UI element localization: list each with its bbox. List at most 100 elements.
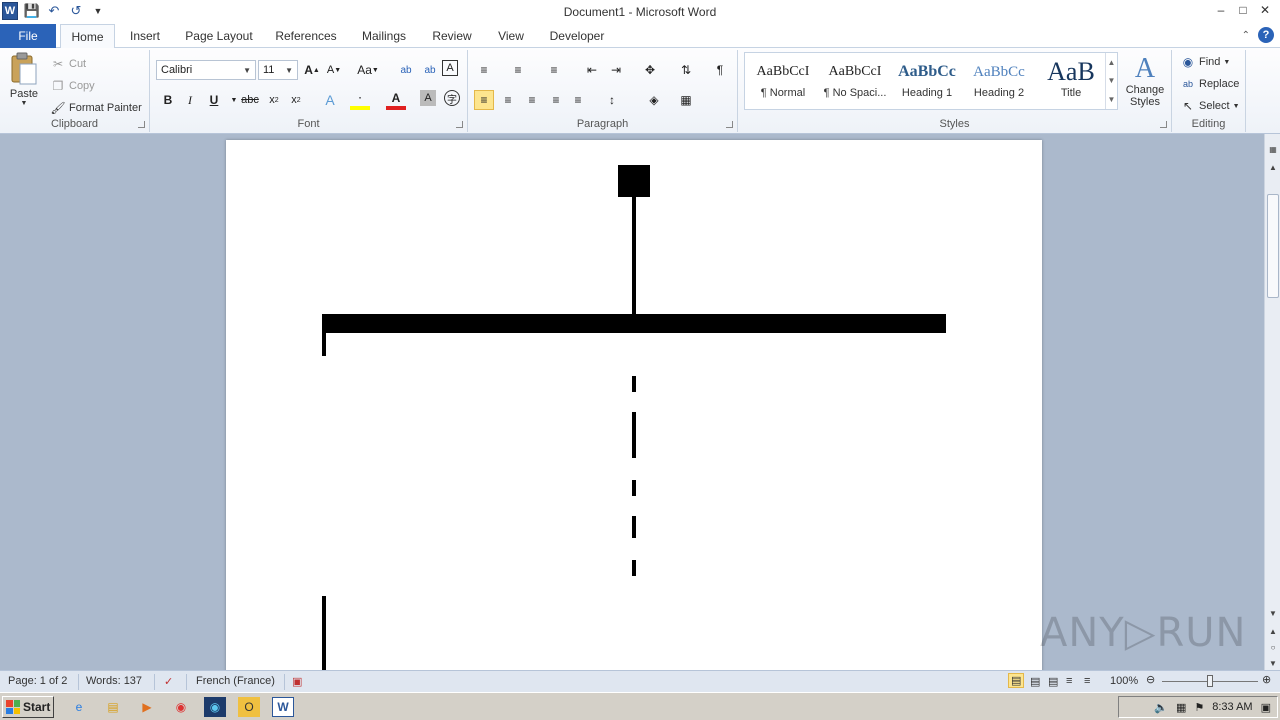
action-center-icon[interactable]: ⚑ xyxy=(1194,701,1204,714)
sort-icon[interactable]: ⇅ xyxy=(676,60,696,80)
select-button[interactable]: ↖ Select ▼ xyxy=(1180,98,1240,114)
enclose-characters-icon[interactable]: 字 xyxy=(444,90,460,106)
shading-icon[interactable]: ◈ xyxy=(644,90,664,110)
file-explorer-icon[interactable]: ▤ xyxy=(102,697,124,717)
macro-record-icon[interactable]: ▣ xyxy=(292,675,302,688)
maximize-button[interactable]: □ xyxy=(1232,0,1254,20)
dash-segment[interactable] xyxy=(632,480,636,496)
dash-segment[interactable] xyxy=(632,412,636,458)
vertical-connector-line[interactable] xyxy=(632,196,636,316)
style-no-spacing[interactable]: AaBbCcI ¶ No Spaci... xyxy=(819,57,891,107)
increase-indent-icon[interactable]: ⇥ xyxy=(606,60,626,80)
norton-icon[interactable]: O xyxy=(238,697,260,717)
media-player-icon[interactable]: ▶ xyxy=(136,697,158,717)
justify-icon[interactable]: ≡ xyxy=(546,90,566,110)
paste-button[interactable]: Paste ▼ xyxy=(6,52,42,107)
outline-view-icon[interactable]: ≡ xyxy=(1066,675,1072,687)
underline-icon[interactable]: U xyxy=(204,90,224,110)
find-button[interactable]: ◉ Find ▼ xyxy=(1180,54,1231,70)
language-indicator[interactable]: French (France) xyxy=(196,675,275,687)
clipboard-dialog-launcher-icon[interactable] xyxy=(138,121,145,128)
start-button[interactable]: Start xyxy=(2,696,54,718)
page-count[interactable]: Page: 1 of 2 xyxy=(8,675,67,687)
internet-explorer-icon[interactable]: e xyxy=(68,697,90,717)
scroll-down-icon[interactable]: ▼ xyxy=(1265,606,1280,620)
grow-font-icon[interactable]: A ▲ xyxy=(302,60,322,80)
left-stub-line[interactable] xyxy=(322,332,326,356)
style-normal[interactable]: AaBbCcI ¶ Normal xyxy=(747,57,819,107)
numbering-icon[interactable]: ≡ xyxy=(508,60,528,80)
tab-references[interactable]: References xyxy=(270,24,342,48)
subscript-icon[interactable]: x2 xyxy=(264,90,284,110)
format-painter-button[interactable]: 🖌 Format Painter xyxy=(50,100,141,116)
align-left-icon[interactable]: ≡ xyxy=(474,90,494,110)
document-page[interactable] xyxy=(226,140,1042,670)
dash-segment[interactable] xyxy=(632,560,636,576)
full-screen-reading-icon[interactable]: ▤ xyxy=(1030,675,1040,688)
cut-button[interactable]: ✂ Cut xyxy=(50,56,86,72)
font-size-combo[interactable]: 11 ▼ xyxy=(258,60,298,80)
strikethrough-icon[interactable]: abc xyxy=(240,90,260,110)
bullets-icon[interactable]: ≡ xyxy=(474,60,494,80)
tab-view[interactable]: View xyxy=(490,24,532,48)
chevron-down-icon[interactable]: ▼ xyxy=(1108,76,1116,85)
show-formatting-marks-icon[interactable]: ¶ xyxy=(710,60,730,80)
align-center-icon[interactable]: ≡ xyxy=(498,90,518,110)
minimize-button[interactable]: – xyxy=(1210,0,1232,20)
word-taskbar-icon[interactable]: W xyxy=(272,697,294,717)
gallery-more-icon[interactable]: ▼ xyxy=(1108,95,1116,104)
dash-segment[interactable] xyxy=(632,376,636,392)
clock[interactable]: 8:33 AM xyxy=(1212,701,1252,713)
text-effects-icon[interactable]: A xyxy=(320,90,340,110)
square-shape[interactable] xyxy=(618,165,650,197)
network-icon[interactable]: ▦ xyxy=(1176,701,1186,714)
help-icon[interactable]: ? xyxy=(1258,27,1274,43)
font-color-icon[interactable]: A xyxy=(386,90,406,110)
left-vertical-line[interactable] xyxy=(322,596,326,670)
browse-object-icon[interactable]: ○ xyxy=(1265,640,1280,654)
tab-home[interactable]: Home xyxy=(60,24,115,49)
superscript-icon[interactable]: x2 xyxy=(286,90,306,110)
line-spacing-icon[interactable]: ↕ xyxy=(602,90,622,110)
next-page-icon[interactable]: ▼ xyxy=(1265,656,1280,670)
style-heading-1[interactable]: AaBbCc Heading 1 xyxy=(891,57,963,107)
highlight-icon[interactable]: ⋅ xyxy=(350,90,370,110)
draft-view-icon[interactable]: ≡ xyxy=(1084,675,1090,687)
zoom-slider-thumb[interactable] xyxy=(1207,675,1213,687)
chevron-up-icon[interactable]: ▲ xyxy=(1108,58,1116,67)
font-dialog-launcher-icon[interactable] xyxy=(456,121,463,128)
shrink-font-icon[interactable]: A ▼ xyxy=(324,60,344,80)
paste-dropdown-icon[interactable]: ▼ xyxy=(21,100,28,107)
horizontal-bar-shape[interactable] xyxy=(322,314,946,333)
zoom-in-icon[interactable]: ⊕ xyxy=(1262,673,1271,686)
show-desktop-icon[interactable]: ▣ xyxy=(1261,701,1271,714)
asian-layout-icon[interactable]: ✥ xyxy=(640,60,660,80)
close-button[interactable]: ✕ xyxy=(1254,0,1276,20)
tab-developer[interactable]: Developer xyxy=(544,24,610,48)
clear-formatting-icon[interactable]: ab xyxy=(396,60,416,80)
web-layout-icon[interactable]: ▤ xyxy=(1048,675,1058,688)
zoom-out-icon[interactable]: ⊖ xyxy=(1146,673,1155,686)
bold-icon[interactable]: B xyxy=(158,90,178,110)
character-shading-icon[interactable]: A xyxy=(420,90,436,106)
gallery-scroll[interactable]: ▲ ▼ ▼ xyxy=(1105,53,1117,109)
previous-page-icon[interactable]: ▲ xyxy=(1265,624,1280,638)
zoom-level[interactable]: 100% xyxy=(1110,675,1138,687)
decrease-indent-icon[interactable]: ⇤ xyxy=(582,60,602,80)
proofing-icon[interactable]: ✓ xyxy=(164,675,173,688)
tab-insert[interactable]: Insert xyxy=(124,24,166,48)
word-count[interactable]: Words: 137 xyxy=(86,675,142,687)
character-border-icon[interactable]: A xyxy=(442,60,458,76)
change-case-icon[interactable]: Aa ▼ xyxy=(354,60,382,80)
style-title[interactable]: AaB Title xyxy=(1035,57,1107,107)
collapse-ribbon-icon[interactable]: ⌃ xyxy=(1242,30,1250,41)
print-layout-view-icon[interactable]: ▤ xyxy=(1008,673,1025,688)
tab-file[interactable]: File xyxy=(0,24,56,48)
font-family-combo[interactable]: Calibri ▼ xyxy=(156,60,256,80)
styles-dialog-launcher-icon[interactable] xyxy=(1160,121,1167,128)
change-styles-button[interactable]: A Change Styles xyxy=(1122,54,1168,109)
phonetic-guide-icon[interactable]: ab xyxy=(420,60,440,80)
paragraph-dialog-launcher-icon[interactable] xyxy=(726,121,733,128)
align-right-icon[interactable]: ≡ xyxy=(522,90,542,110)
multilevel-list-icon[interactable]: ≡ xyxy=(544,60,564,80)
